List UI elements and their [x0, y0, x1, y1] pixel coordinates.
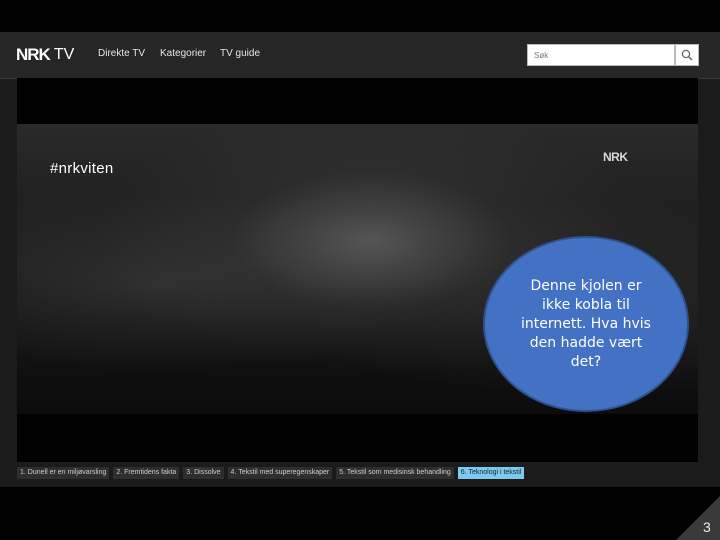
search-input[interactable]: [527, 44, 675, 66]
nav-link-tv-guide[interactable]: TV guide: [220, 48, 260, 59]
chapter-item[interactable]: 2. Fremtidens fakta: [113, 467, 180, 479]
search-button[interactable]: [675, 44, 699, 66]
slide-top-band: [0, 0, 720, 32]
chapter-list: 1. Dunell er en miljøvarsling 2. Fremtid…: [17, 467, 525, 479]
callout-text: Denne kjolen er ikke kobla til internett…: [521, 277, 651, 370]
chapter-item[interactable]: 4. Tekstil med superegenskaper: [227, 467, 333, 479]
top-navbar: NRK TV Direkte TV Kategorier TV guide: [0, 32, 720, 79]
chapter-item-active[interactable]: 6. Teknologi i tekstil: [457, 467, 525, 479]
callout-bubble: Denne kjolen er ikke kobla til internett…: [483, 236, 689, 412]
nrk-tv-logo[interactable]: NRK TV: [16, 45, 74, 65]
chapter-item[interactable]: 5. Tekstil som medisinsk behandling: [336, 467, 454, 479]
logo-tv-text: TV: [53, 46, 75, 63]
nav-link-direkte-tv[interactable]: Direkte TV: [98, 48, 145, 59]
video-hashtag: #nrkviten: [50, 160, 114, 177]
chapter-item[interactable]: 1. Dunell er en miljøvarsling: [17, 467, 110, 479]
page-number: 3: [703, 519, 711, 535]
search-icon: [681, 49, 693, 61]
corner-decoration: [676, 496, 720, 540]
chapter-item[interactable]: 3. Dissolve: [183, 467, 224, 479]
nav-link-kategorier[interactable]: Kategorier: [160, 48, 206, 59]
logo-mark: NRK: [16, 45, 51, 64]
nrk-watermark: NRK: [603, 150, 628, 164]
